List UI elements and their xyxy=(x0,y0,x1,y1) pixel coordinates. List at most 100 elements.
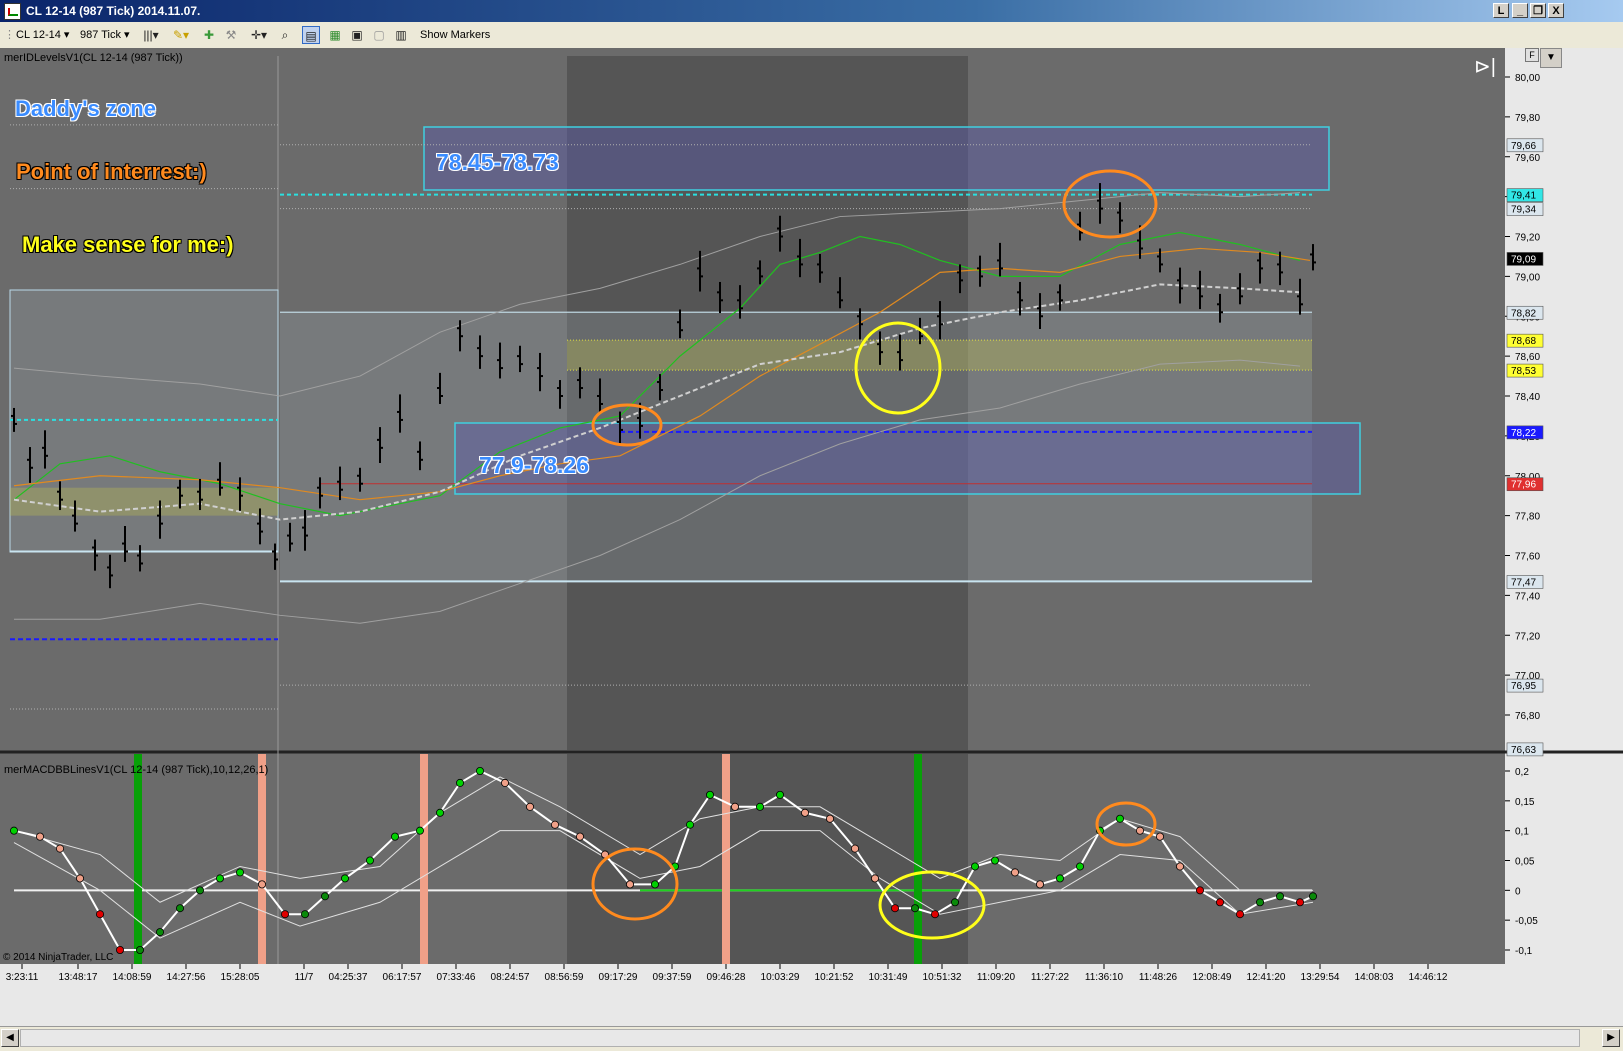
scroll-right-button[interactable]: ▶ xyxy=(1602,1029,1620,1047)
macd-dot xyxy=(1196,886,1205,895)
macd-dot xyxy=(195,886,204,895)
scroll-left-button[interactable]: ◀ xyxy=(1,1029,19,1047)
macd-dot xyxy=(1076,862,1085,871)
macd-dot xyxy=(475,767,484,776)
price-axis-label: 77,20 xyxy=(1515,631,1540,642)
time-axis-label: 04:25:37 xyxy=(329,972,368,983)
show-markers-button[interactable]: Show Markers xyxy=(420,27,490,43)
crosshair-icon[interactable]: ✛▾ xyxy=(250,26,268,44)
interval-selector[interactable]: 987 Tick ▾ xyxy=(80,27,130,43)
horizontal-scrollbar[interactable]: ◀ ▶ xyxy=(0,1026,1623,1051)
macd-dot xyxy=(320,892,329,901)
time-axis-label: 08:24:57 xyxy=(491,972,530,983)
macd-axis-label: 0,15 xyxy=(1515,797,1535,808)
macd-dot xyxy=(1136,826,1145,835)
macd-dot xyxy=(300,910,309,919)
macd-dot xyxy=(235,868,244,877)
time-axis-label: 3:23:11 xyxy=(6,972,39,983)
macd-dot xyxy=(76,874,85,883)
price-axis-label: 77,40 xyxy=(1515,591,1540,602)
interval-label: 987 Tick xyxy=(80,29,121,41)
chevron-down-icon: ▼ xyxy=(1546,52,1556,63)
close-button[interactable]: X xyxy=(1548,3,1564,18)
macd-dot xyxy=(435,808,444,817)
add-indicator-icon[interactable]: ✚ xyxy=(200,26,218,44)
macd-dot xyxy=(706,790,715,799)
chart-trader-icon[interactable]: ▤ xyxy=(302,26,320,44)
price-flag-label: 77,96 xyxy=(1511,480,1536,491)
scroll-to-end-icon[interactable]: ⊳| xyxy=(1474,56,1498,78)
instrument-selector[interactable]: CL 12-14 ▾ xyxy=(16,27,69,43)
macd-dot xyxy=(175,904,184,913)
macd-signal-bar xyxy=(420,754,428,964)
drawing-tool-icon[interactable]: ✎▾ xyxy=(172,26,190,44)
time-axis-label: 12:08:49 xyxy=(1193,972,1232,983)
template-icon[interactable]: ▥ xyxy=(392,26,410,44)
macd-dot xyxy=(1116,814,1125,823)
time-axis-label: 14:08:03 xyxy=(1355,972,1394,983)
snapshot-icon[interactable]: ▢ xyxy=(370,26,388,44)
scrollbar-thumb[interactable] xyxy=(20,1029,1580,1047)
macd-dot xyxy=(1156,832,1165,841)
window-title-bar: CL 12-14 (987 Tick) 2014.11.07. L _ ❐ X xyxy=(0,0,1623,22)
time-axis-label: 11:27:22 xyxy=(1031,972,1070,983)
chart-area[interactable]: 80,0079,8079,6079,4079,2079,0078,8078,60… xyxy=(0,48,1623,1026)
macd-dot xyxy=(1296,898,1305,907)
time-axis-label: 10:21:52 xyxy=(815,972,854,983)
price-axis-label: 78,40 xyxy=(1515,392,1540,403)
macd-axis-label: 0 xyxy=(1515,886,1521,897)
macd-dot xyxy=(931,910,940,919)
macd-signal-bar xyxy=(258,754,266,964)
bar-type-icon[interactable]: |||▾ xyxy=(142,26,160,44)
macd-dot xyxy=(500,778,509,787)
zoom-icon[interactable]: ⌕ xyxy=(276,26,294,44)
macd-dot xyxy=(215,874,224,883)
restore-button[interactable]: ❐ xyxy=(1530,3,1546,18)
macd-dot xyxy=(626,880,635,889)
price-flag-label: 78,82 xyxy=(1511,308,1536,319)
link-button[interactable]: L xyxy=(1493,3,1509,18)
time-axis-label: 09:17:29 xyxy=(599,972,638,983)
macd-dot xyxy=(686,820,695,829)
macd-dot xyxy=(991,856,1000,865)
macd-dot xyxy=(280,910,289,919)
price-axis-label: 78,60 xyxy=(1515,352,1540,363)
macd-axis-label: 0,2 xyxy=(1515,767,1529,778)
time-axis-label: 09:46:28 xyxy=(707,972,746,983)
price-axis-label: 79,60 xyxy=(1515,153,1540,164)
chart-trader-flag-button[interactable]: F xyxy=(1525,48,1539,62)
data-box-icon[interactable]: ▦ xyxy=(326,26,344,44)
macd-dot xyxy=(1056,874,1065,883)
price-flag-label: 78,53 xyxy=(1511,366,1536,377)
time-axis-label: 13:29:54 xyxy=(1301,972,1340,983)
macd-dot xyxy=(257,880,266,889)
price-axis-label: 77,60 xyxy=(1515,552,1540,563)
price-axis-label: 77,80 xyxy=(1515,512,1540,523)
strategy-icon[interactable]: ⚒ xyxy=(222,26,240,44)
macd-dot xyxy=(1011,868,1020,877)
price-axis-label: 80,00 xyxy=(1515,73,1540,84)
macd-dot xyxy=(871,874,880,883)
zone-box-upper xyxy=(423,126,1330,191)
macd-dot xyxy=(340,874,349,883)
macd-dot xyxy=(551,820,560,829)
macd-dot xyxy=(1256,898,1265,907)
macd-dot xyxy=(826,814,835,823)
annotation-daddys-zone: Daddy's zone xyxy=(15,96,156,121)
macd-dot xyxy=(951,898,960,907)
chart-toolbar: ⋮ CL 12-14 ▾ 987 Tick ▾ |||▾ ✎▾ ✚ ⚒ ✛▾ ⌕… xyxy=(0,22,1623,49)
minimize-button[interactable]: _ xyxy=(1512,3,1528,18)
time-axis-label: 13:48:17 xyxy=(59,972,98,983)
macd-dot xyxy=(851,844,860,853)
time-axis-label: 14:46:12 xyxy=(1409,972,1448,983)
annotation-make-sense: Make sense for me:) xyxy=(22,232,234,257)
annotation-point-of-interest: Point of interrest:) xyxy=(16,159,207,184)
macd-dot xyxy=(526,802,535,811)
macd-dot xyxy=(9,826,18,835)
price-flag-label: 76,63 xyxy=(1511,745,1536,756)
properties-icon[interactable]: ▣ xyxy=(348,26,366,44)
panel-menu-button[interactable]: ▼ xyxy=(1540,48,1562,68)
macd-dot xyxy=(116,946,125,955)
macd-dot xyxy=(731,802,740,811)
time-axis-label: 12:41:20 xyxy=(1247,972,1286,983)
